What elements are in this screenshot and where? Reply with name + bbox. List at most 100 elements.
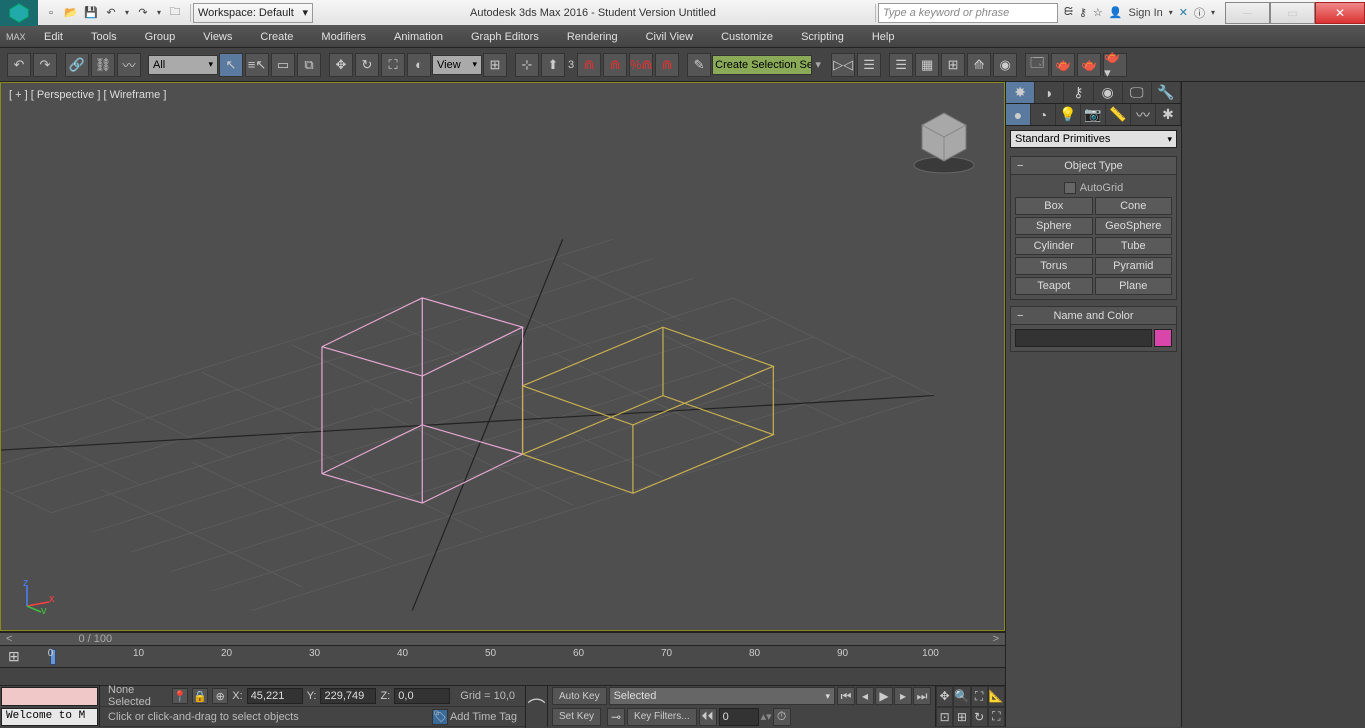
time-config-icon[interactable]: ⏱ bbox=[773, 708, 791, 726]
timeline-arrow-right-icon[interactable]: > bbox=[987, 633, 1005, 645]
redo-dropdown-icon[interactable]: ▾ bbox=[154, 4, 164, 22]
zoom-icon[interactable]: 🔍 bbox=[953, 686, 970, 707]
open-icon[interactable]: 📂 bbox=[62, 4, 80, 22]
ref-coord-dropdown[interactable]: View▾ bbox=[432, 55, 482, 75]
signin-dropdown-icon[interactable]: ▾ bbox=[1169, 8, 1173, 17]
select-object-button[interactable]: ↖ bbox=[219, 53, 243, 77]
auto-key-button[interactable]: Auto Key bbox=[552, 687, 607, 705]
collapse-icon[interactable]: − bbox=[1017, 160, 1023, 172]
object-color-swatch[interactable] bbox=[1154, 329, 1172, 347]
utilities-tab[interactable]: 🔧 bbox=[1152, 82, 1181, 103]
key-filters-button[interactable]: Key Filters... bbox=[627, 708, 697, 726]
sphere-button[interactable]: Sphere bbox=[1015, 217, 1093, 235]
category-dropdown[interactable]: Standard Primitives ▾ bbox=[1010, 130, 1177, 148]
menu-group[interactable]: Group bbox=[145, 31, 176, 43]
zoom-extents-all-icon[interactable]: ⊞ bbox=[953, 707, 970, 728]
select-scale-button[interactable]: ⛶ bbox=[381, 53, 405, 77]
minimize-button[interactable]: ─ bbox=[1225, 2, 1270, 24]
keyboard-shortcut-button[interactable]: ⬆ bbox=[541, 53, 565, 77]
menu-modifiers[interactable]: Modifiers bbox=[321, 31, 366, 43]
time-tag-icon[interactable]: 🏷 bbox=[432, 709, 448, 725]
select-manipulate-button[interactable]: ⊹ bbox=[515, 53, 539, 77]
modify-tab[interactable]: ◗ bbox=[1035, 82, 1064, 103]
align-button[interactable]: ☰ bbox=[857, 53, 881, 77]
cameras-tab[interactable]: 📷 bbox=[1081, 104, 1106, 125]
lock-icon[interactable]: 🔒 bbox=[192, 688, 208, 704]
play-icon[interactable]: ▶ bbox=[875, 687, 893, 705]
y-input[interactable]: 229,749 bbox=[320, 688, 376, 704]
menu-tools[interactable]: Tools bbox=[91, 31, 117, 43]
redo-icon[interactable]: ↷ bbox=[134, 4, 152, 22]
torus-button[interactable]: Torus bbox=[1015, 257, 1093, 275]
zoom-all-icon[interactable]: ⛶ bbox=[971, 686, 988, 707]
window-crossing-button[interactable]: ⧉ bbox=[297, 53, 321, 77]
percent-snap-button[interactable]: %⋒ bbox=[629, 53, 653, 77]
help-icon[interactable]: ⓘ bbox=[1194, 5, 1205, 21]
timeline-arrow-left-icon[interactable]: < bbox=[0, 633, 18, 645]
project-icon[interactable]: 🗀 bbox=[166, 4, 184, 22]
view-cube[interactable] bbox=[904, 103, 984, 183]
render-button[interactable]: 🫖 bbox=[1077, 53, 1101, 77]
teapot-button[interactable]: Teapot bbox=[1015, 277, 1093, 295]
select-rotate-button[interactable]: ↻ bbox=[355, 53, 379, 77]
goto-end-icon[interactable]: ⏭ bbox=[913, 687, 931, 705]
toggle-ribbon-button[interactable]: ▦ bbox=[915, 53, 939, 77]
timeline-ruler[interactable]: ⊞ 0102030405060708090100 bbox=[0, 646, 1005, 668]
user-icon[interactable]: 👤 bbox=[1109, 6, 1123, 19]
menu-customize[interactable]: Customize bbox=[721, 31, 773, 43]
maximize-viewport-icon[interactable]: ⛶ bbox=[988, 707, 1005, 728]
unlink-button[interactable]: ⛓ bbox=[91, 53, 115, 77]
use-pivot-button[interactable]: ⊞ bbox=[483, 53, 507, 77]
select-place-button[interactable]: ◐ bbox=[407, 53, 431, 77]
maxscript-input[interactable]: Welcome to M bbox=[1, 708, 98, 726]
rendered-frame-button[interactable]: 🫖 bbox=[1051, 53, 1075, 77]
named-selection-dropdown[interactable]: Create Selection Se bbox=[712, 55, 812, 75]
zoom-extents-icon[interactable]: ⊡ bbox=[936, 707, 953, 728]
render-setup-button[interactable]: 🗔 bbox=[1025, 53, 1049, 77]
help-dropdown-icon[interactable]: ▾ bbox=[1211, 8, 1215, 17]
angle-snap-button[interactable]: ⋒ bbox=[603, 53, 627, 77]
select-move-button[interactable]: ✥ bbox=[329, 53, 353, 77]
selection-filter-dropdown[interactable]: All▾ bbox=[148, 55, 218, 75]
collapse-icon[interactable]: − bbox=[1017, 310, 1023, 322]
prev-key-icon[interactable]: ⏴⏴ bbox=[699, 708, 717, 726]
app-menu-button[interactable] bbox=[0, 0, 38, 26]
menu-views[interactable]: Views bbox=[203, 31, 232, 43]
frame-input[interactable]: 0 bbox=[719, 708, 759, 726]
new-icon[interactable]: ▫ bbox=[42, 4, 60, 22]
undo-button[interactable]: ↶ bbox=[7, 53, 31, 77]
track-icon[interactable]: ⊞ bbox=[8, 648, 20, 665]
menu-rendering[interactable]: Rendering bbox=[567, 31, 618, 43]
menu-help[interactable]: Help bbox=[872, 31, 895, 43]
next-frame-icon[interactable]: ▸ bbox=[894, 687, 912, 705]
signin-link[interactable]: Sign In bbox=[1129, 7, 1163, 19]
plane-button[interactable]: Plane bbox=[1095, 277, 1173, 295]
edit-named-button[interactable]: ✎ bbox=[687, 53, 711, 77]
redo-button[interactable]: ↷ bbox=[33, 53, 57, 77]
tube-button[interactable]: Tube bbox=[1095, 237, 1173, 255]
select-by-name-button[interactable]: ≡↖ bbox=[245, 53, 269, 77]
menu-civil-view[interactable]: Civil View bbox=[646, 31, 693, 43]
link-button[interactable]: 🔗 bbox=[65, 53, 89, 77]
systems-tab[interactable]: ✱ bbox=[1156, 104, 1181, 125]
box-button[interactable]: Box bbox=[1015, 197, 1093, 215]
timeline-track[interactable]: < 0 / 100 > bbox=[0, 632, 1005, 646]
snap-toggle-button[interactable]: ⋒ bbox=[577, 53, 601, 77]
shapes-tab[interactable]: ◔ bbox=[1031, 104, 1056, 125]
lights-tab[interactable]: 💡 bbox=[1056, 104, 1081, 125]
undo-dropdown-icon[interactable]: ▾ bbox=[122, 4, 132, 22]
render-dropdown-button[interactable]: 🫖▾ bbox=[1103, 53, 1127, 77]
display-tab[interactable]: 🖵 bbox=[1123, 82, 1152, 103]
autogrid-checkbox[interactable] bbox=[1064, 182, 1076, 194]
object-name-input[interactable] bbox=[1015, 329, 1152, 347]
cylinder-button[interactable]: Cylinder bbox=[1015, 237, 1093, 255]
create-tab[interactable]: ✸ bbox=[1006, 82, 1035, 103]
pyramid-button[interactable]: Pyramid bbox=[1095, 257, 1173, 275]
cone-button[interactable]: Cone bbox=[1095, 197, 1173, 215]
subscription-icon[interactable]: ⚷ bbox=[1079, 6, 1087, 19]
bind-spacewarp-button[interactable]: 〰 bbox=[117, 53, 141, 77]
schematic-view-button[interactable]: ⟰ bbox=[967, 53, 991, 77]
selection-lock-icon[interactable]: 📍 bbox=[172, 688, 188, 704]
communication-center-icon[interactable]: ⌒ bbox=[525, 686, 547, 728]
prev-frame-icon[interactable]: ◂ bbox=[856, 687, 874, 705]
